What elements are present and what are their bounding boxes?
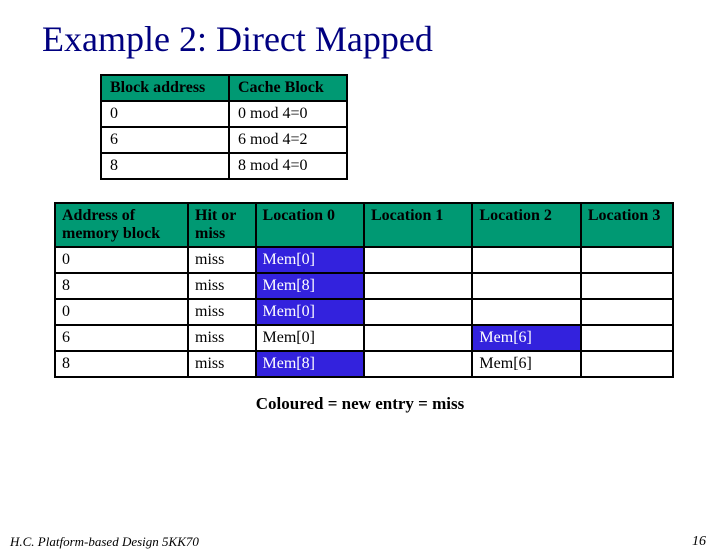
table-row: 0 0 mod 4=0 [101, 101, 347, 127]
t2-cell: 6 [55, 325, 188, 351]
table-row: 0 miss Mem[0] [55, 247, 673, 273]
t2-cell: miss [188, 325, 256, 351]
t2-cell [364, 299, 472, 325]
t2-cell: miss [188, 299, 256, 325]
t2-cell: 8 [55, 351, 188, 377]
t2-header-loc3: Location 3 [581, 203, 673, 247]
table-row: 0 miss Mem[0] [55, 299, 673, 325]
t2-cell-new-entry: Mem[0] [256, 299, 364, 325]
mapping-table: Block address Cache Block 0 0 mod 4=0 6 … [100, 74, 348, 180]
t2-cell-new-entry: Mem[6] [472, 325, 580, 351]
t2-cell [581, 325, 673, 351]
footer-left: H.C. Platform-based Design 5KK70 [10, 534, 199, 550]
t2-cell: 8 [55, 273, 188, 299]
t1-cell: 6 [101, 127, 229, 153]
t2-cell [364, 247, 472, 273]
page-number: 16 [692, 534, 706, 550]
access-table: Address of memory block Hit or miss Loca… [54, 202, 674, 378]
t2-cell [472, 299, 580, 325]
t2-cell: 0 [55, 247, 188, 273]
t1-cell: 8 mod 4=0 [229, 153, 347, 179]
t1-cell: 0 [101, 101, 229, 127]
table-row: 8 miss Mem[8] Mem[6] [55, 351, 673, 377]
table-row: 8 miss Mem[8] [55, 273, 673, 299]
t2-cell-new-entry: Mem[8] [256, 351, 364, 377]
t2-header-loc2: Location 2 [472, 203, 580, 247]
t1-header-cache-block: Cache Block [229, 75, 347, 101]
t1-cell: 6 mod 4=2 [229, 127, 347, 153]
t2-cell [581, 351, 673, 377]
t2-header-loc1: Location 1 [364, 203, 472, 247]
t2-header-hitmiss: Hit or miss [188, 203, 256, 247]
t2-cell [472, 273, 580, 299]
t2-cell [581, 247, 673, 273]
table-row: 8 8 mod 4=0 [101, 153, 347, 179]
t2-cell: miss [188, 273, 256, 299]
t2-cell [581, 299, 673, 325]
table-row: 6 6 mod 4=2 [101, 127, 347, 153]
t2-cell: Mem[0] [256, 325, 364, 351]
t1-header-block-address: Block address [101, 75, 229, 101]
t2-cell: 0 [55, 299, 188, 325]
t2-cell-new-entry: Mem[8] [256, 273, 364, 299]
t2-cell [364, 325, 472, 351]
table-row: 6 miss Mem[0] Mem[6] [55, 325, 673, 351]
t2-cell [581, 273, 673, 299]
slide-title: Example 2: Direct Mapped [42, 18, 720, 60]
t2-cell [472, 247, 580, 273]
t2-cell-new-entry: Mem[0] [256, 247, 364, 273]
t2-cell: miss [188, 351, 256, 377]
t2-header-address: Address of memory block [55, 203, 188, 247]
t2-cell: miss [188, 247, 256, 273]
t2-cell [364, 351, 472, 377]
t1-cell: 8 [101, 153, 229, 179]
caption-text: Coloured = new entry = miss [0, 394, 720, 414]
t1-cell: 0 mod 4=0 [229, 101, 347, 127]
t2-cell [364, 273, 472, 299]
t2-cell: Mem[6] [472, 351, 580, 377]
t2-header-loc0: Location 0 [256, 203, 364, 247]
